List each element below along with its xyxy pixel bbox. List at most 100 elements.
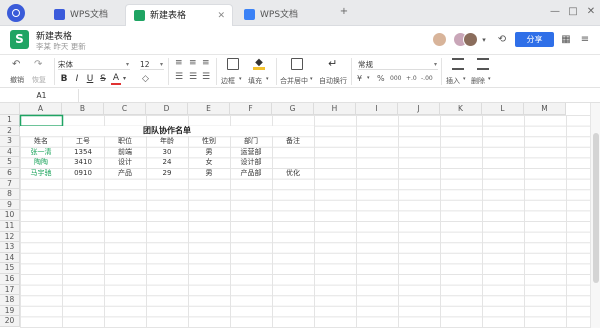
header-cell[interactable]: 工号 bbox=[62, 136, 104, 147]
font-family-select[interactable]: 宋体 ▾ bbox=[58, 59, 130, 70]
data-cell[interactable]: 运营部 bbox=[230, 147, 272, 158]
chevron-down-icon[interactable]: ▾ bbox=[310, 76, 313, 82]
data-cell[interactable]: 产品 bbox=[104, 168, 146, 179]
vertical-scrollbar[interactable] bbox=[590, 103, 600, 328]
chevron-down-icon[interactable]: ▾ bbox=[239, 76, 242, 82]
home-icon[interactable] bbox=[7, 4, 25, 22]
avatar[interactable] bbox=[463, 32, 478, 47]
document-subtitle: 李某 昨天 更新 bbox=[36, 42, 86, 51]
italic-button[interactable]: I bbox=[72, 74, 82, 84]
font-size-select[interactable]: 12 ▾ bbox=[140, 59, 164, 70]
grid-view-icon[interactable]: ▦ bbox=[561, 35, 571, 45]
redo-icon[interactable]: ↷ bbox=[34, 60, 44, 70]
data-cell[interactable]: 男 bbox=[188, 168, 230, 179]
data-cell[interactable]: 女 bbox=[188, 157, 230, 168]
chevron-down-icon[interactable]: ▾ bbox=[266, 76, 269, 82]
header-cell[interactable]: 备注 bbox=[272, 136, 314, 147]
clear-format-icon[interactable]: ◇ bbox=[142, 74, 149, 84]
data-cell[interactable]: 产品部 bbox=[230, 168, 272, 179]
percent-button[interactable]: % bbox=[377, 74, 385, 83]
close-tab-icon[interactable]: ✕ bbox=[217, 5, 225, 27]
sheet-icon bbox=[134, 10, 145, 21]
history-icon[interactable]: ⟲ bbox=[497, 35, 507, 45]
chevron-down-icon[interactable]: ▾ bbox=[488, 76, 491, 82]
header-cell[interactable]: 职位 bbox=[104, 136, 146, 147]
data-cell[interactable]: 男 bbox=[188, 147, 230, 158]
maximize-button[interactable]: □ bbox=[566, 6, 580, 18]
wrap-text-icon[interactable]: ↵ bbox=[328, 58, 338, 69]
data-cell[interactable]: 陶陶 bbox=[20, 157, 62, 168]
number-format-select[interactable]: 常规 ▾ bbox=[358, 59, 438, 70]
separator bbox=[351, 58, 352, 85]
font-size-value: 12 bbox=[140, 60, 150, 69]
undo-button[interactable]: 撤销 bbox=[10, 75, 24, 85]
underline-button[interactable]: U bbox=[85, 74, 95, 84]
fill-color-icon[interactable]: ◆ bbox=[253, 58, 265, 70]
data-cell[interactable]: 张一清 bbox=[20, 147, 62, 158]
chevron-down-icon[interactable]: ▾ bbox=[463, 76, 466, 82]
header-cell[interactable]: 姓名 bbox=[20, 136, 62, 147]
scrollbar-thumb[interactable] bbox=[593, 133, 599, 283]
thousands-separator-button[interactable]: 000 bbox=[390, 75, 401, 82]
close-button[interactable]: ✕ bbox=[584, 6, 598, 18]
align-right-icon[interactable]: ≡ bbox=[202, 59, 210, 68]
data-cell[interactable]: 前端 bbox=[104, 147, 146, 158]
border-icon[interactable] bbox=[227, 58, 239, 70]
data-cell[interactable]: 30 bbox=[146, 147, 188, 158]
data-cell[interactable]: 设计 bbox=[104, 157, 146, 168]
align-top-icon[interactable]: ☰ bbox=[175, 73, 183, 82]
chevron-down-icon[interactable]: ▾ bbox=[123, 75, 126, 82]
data-cell[interactable] bbox=[272, 157, 314, 168]
header-cell[interactable]: 年龄 bbox=[146, 136, 188, 147]
redo-button[interactable]: 恢复 bbox=[32, 75, 46, 85]
data-cell[interactable]: 马宇驰 bbox=[20, 168, 62, 179]
border-button[interactable]: 边框 bbox=[221, 76, 235, 86]
merge-center-button[interactable]: 合并居中 bbox=[280, 76, 308, 86]
strikethrough-button[interactable]: S bbox=[98, 74, 108, 84]
insert-row-icon[interactable] bbox=[452, 58, 464, 70]
name-box[interactable]: A1 bbox=[5, 89, 79, 102]
decrease-decimal-button[interactable]: -.00 bbox=[421, 75, 433, 82]
delete-button[interactable]: 删除 bbox=[471, 76, 485, 86]
delete-row-icon[interactable] bbox=[477, 58, 489, 70]
data-cell[interactable]: 优化 bbox=[272, 168, 314, 179]
align-bottom-icon[interactable]: ☰ bbox=[202, 73, 210, 82]
minimize-button[interactable]: — bbox=[548, 6, 562, 18]
spreadsheet-grid[interactable]: ABCDEFGHIJKLM 1 2 3 4 5 6 7 8 9 10 11 12 13 14 15 16 17 1… bbox=[0, 103, 590, 328]
chevron-down-icon[interactable]: ▾ bbox=[367, 75, 370, 81]
insert-button[interactable]: 插入 bbox=[446, 76, 460, 86]
wps-doc-icon bbox=[54, 9, 65, 20]
menu-icon[interactable]: ≡ bbox=[580, 35, 590, 45]
chevron-down-icon[interactable]: ▾ bbox=[479, 35, 489, 45]
font-color-button[interactable]: A bbox=[111, 73, 121, 85]
data-cell[interactable] bbox=[272, 147, 314, 158]
merge-cells-icon[interactable] bbox=[291, 58, 303, 70]
tab-new-sheet[interactable]: 新建表格 ✕ bbox=[125, 4, 233, 26]
undo-icon[interactable]: ↶ bbox=[12, 60, 22, 70]
align-center-icon[interactable]: ≡ bbox=[189, 59, 197, 68]
data-cell[interactable]: 设计部 bbox=[230, 157, 272, 168]
data-cell[interactable]: 1354 bbox=[62, 147, 104, 158]
wrap-text-button[interactable]: 自动换行 bbox=[319, 76, 347, 86]
sheet-title-cell[interactable]: 团队协作名单 bbox=[20, 125, 314, 137]
fill-button[interactable]: 填充 bbox=[248, 76, 262, 86]
tab-wps-doc-1[interactable]: WPS文档 bbox=[46, 4, 124, 26]
header-cell[interactable]: 性别 bbox=[188, 136, 230, 147]
bold-button[interactable]: B bbox=[59, 74, 69, 84]
tab-wps-doc-2[interactable]: WPS文档 bbox=[236, 4, 331, 26]
share-button[interactable]: 分享 bbox=[515, 32, 554, 47]
separator bbox=[276, 58, 277, 85]
chevron-down-icon: ▾ bbox=[433, 61, 437, 68]
data-cell[interactable]: 29 bbox=[146, 168, 188, 179]
header-cell[interactable]: 部门 bbox=[230, 136, 272, 147]
formula-input[interactable] bbox=[82, 89, 590, 102]
data-cell[interactable]: 3410 bbox=[62, 157, 104, 168]
new-tab-button[interactable]: + bbox=[337, 6, 351, 18]
align-middle-icon[interactable]: ☰ bbox=[189, 73, 197, 82]
data-cell[interactable]: 24 bbox=[146, 157, 188, 168]
align-left-icon[interactable]: ≡ bbox=[175, 59, 183, 68]
currency-button[interactable]: ¥ bbox=[357, 74, 362, 83]
increase-decimal-button[interactable]: +.0 bbox=[406, 75, 417, 82]
data-cell[interactable]: 0910 bbox=[62, 168, 104, 179]
avatar[interactable] bbox=[432, 32, 447, 47]
